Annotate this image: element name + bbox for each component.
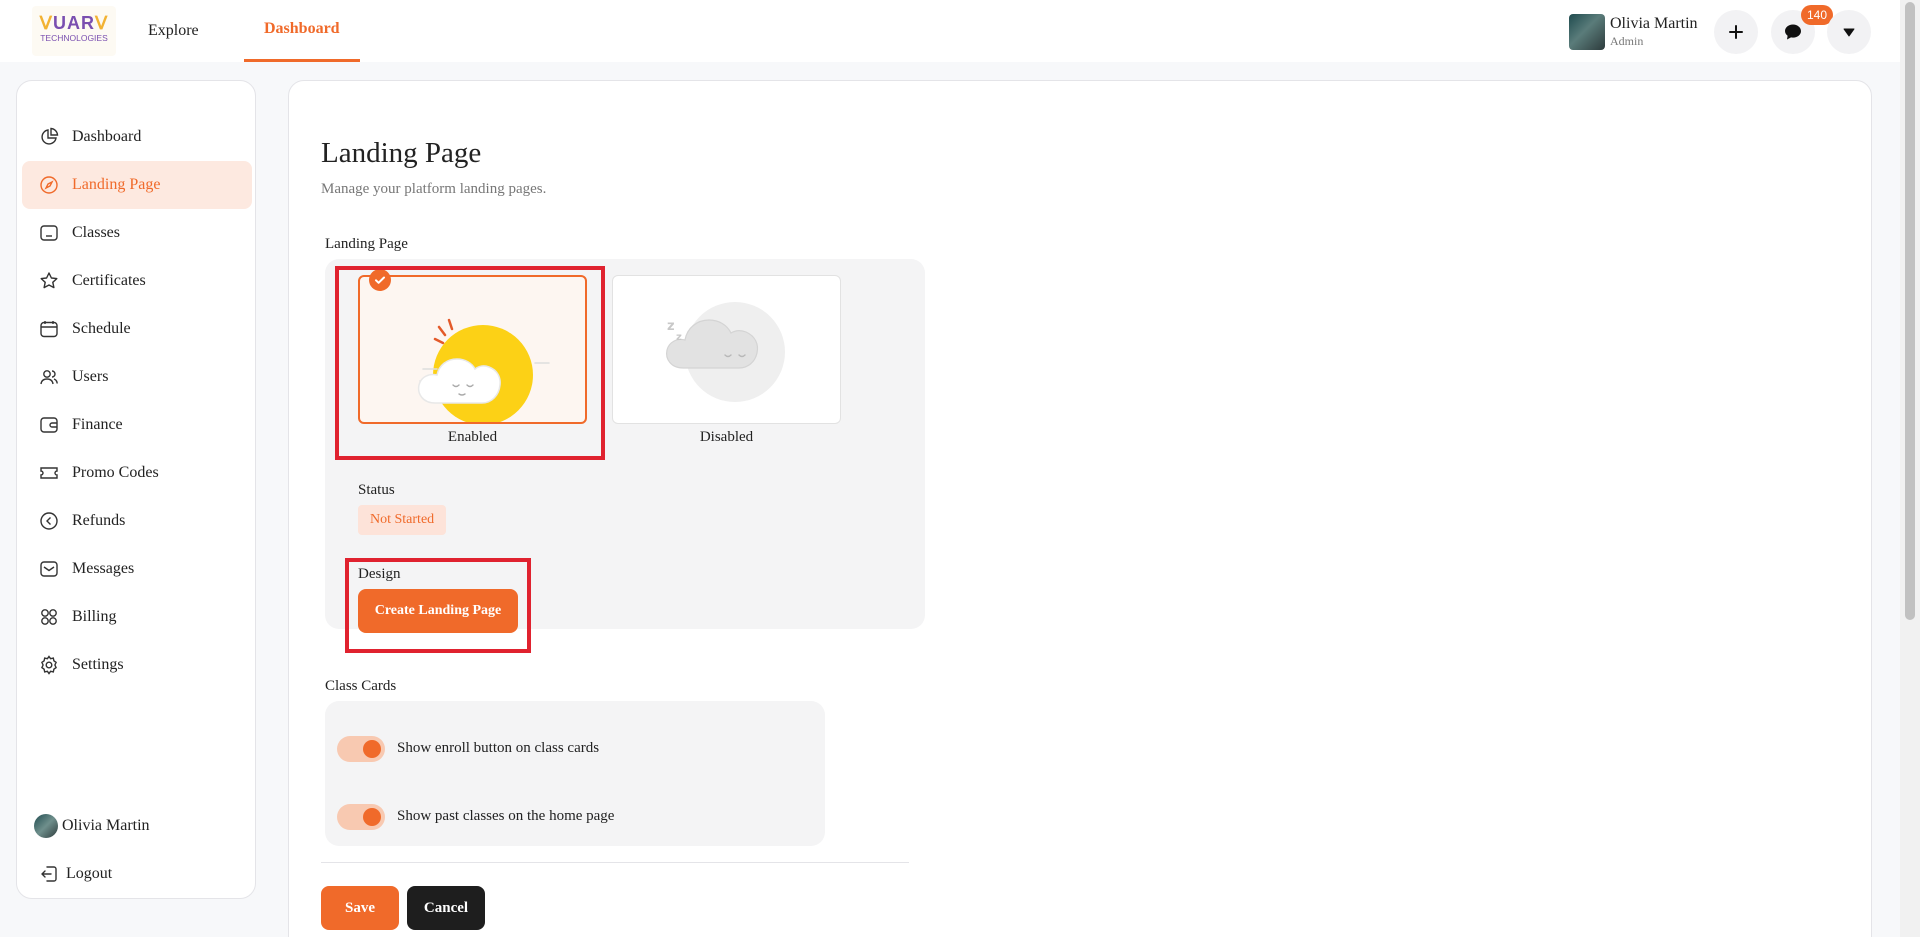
top-bar: ᐯUARᐯ TECHNOLOGIES Explore Dashboard Oli… [0,0,1900,62]
chevron-left-circle-icon [38,510,60,532]
sidebar-item-finance[interactable]: Finance [22,401,252,449]
sidebar-item-label: Classes [72,224,120,241]
user-menu[interactable]: Olivia Martin Admin [1569,14,1698,50]
sidebar-item-label: Refunds [72,512,126,529]
logout-label: Logout [66,865,113,882]
sidebar-item-label: Dashboard [72,128,142,145]
users-icon [38,366,60,388]
caret-down-icon [1843,28,1855,37]
pie-chart-icon [38,126,60,148]
user-role: Admin [1610,34,1644,48]
sidebar-item-label: Certificates [72,272,146,289]
class-cards-label: Class Cards [325,678,397,694]
sidebar-item-billing[interactable]: Billing [22,593,252,641]
logout-icon [38,863,60,885]
user-name: Olivia Martin [1610,15,1698,32]
sidebar: Dashboard Landing Page Classes Certifica… [16,80,256,899]
page-title: Landing Page [321,137,482,169]
sidebar-item-schedule[interactable]: Schedule [22,305,252,353]
star-icon [38,270,60,292]
sidebar-item-label: Messages [72,560,135,577]
save-button[interactable]: Save [321,886,399,930]
add-button[interactable] [1714,10,1758,54]
check-icon [369,269,391,291]
gear-icon [38,654,60,676]
scrollbar-thumb[interactable] [1905,2,1915,620]
status-label: Status [358,482,395,498]
svg-text:z: z [676,332,682,343]
toggle-past-classes[interactable] [337,804,385,830]
account-dropdown-button[interactable] [1827,10,1871,54]
logo-subtext: TECHNOLOGIES [40,33,108,43]
chat-bubble-icon [1785,24,1801,40]
option-disabled-label[interactable]: Disabled [612,429,841,446]
design-label: Design [358,566,401,582]
sidebar-user-name: Olivia Martin [62,817,150,834]
page-subtitle: Manage your platform landing pages. [321,181,547,197]
sidebar-item-certificates[interactable]: Certificates [22,257,252,305]
sidebar-item-label: Users [72,368,109,385]
sidebar-item-settings[interactable]: Settings [22,641,252,689]
create-landing-page-button[interactable]: Create Landing Page [358,589,518,633]
sidebar-item-refunds[interactable]: Refunds [22,497,252,545]
option-disabled-card[interactable]: z z [612,275,841,424]
folder-icon [38,222,60,244]
page-scrollbar[interactable] [1900,0,1920,937]
sidebar-item-label: Schedule [72,320,131,337]
sidebar-item-users[interactable]: Users [22,353,252,401]
sidebar-item-label: Finance [72,416,123,433]
sidebar-item-label: Settings [72,656,124,673]
sidebar-item-classes[interactable]: Classes [22,209,252,257]
mail-icon [38,558,60,580]
wallet-icon [38,414,60,436]
option-enabled-card[interactable] [358,275,587,424]
cancel-button[interactable]: Cancel [407,886,485,930]
sidebar-item-messages[interactable]: Messages [22,545,252,593]
logout-button[interactable]: Logout [22,850,252,898]
status-badge: Not Started [358,505,447,535]
sleeping-cloud-illustration: z z [666,302,785,402]
main-content: Landing Page Manage your platform landin… [288,80,1872,937]
sidebar-item-dashboard[interactable]: Dashboard [22,113,252,161]
avatar [34,814,58,838]
toggle-enroll-button[interactable] [337,736,385,762]
toggle-past-classes-label: Show past classes on the home page [397,808,615,824]
grid-icon [38,606,60,628]
toggle-enroll-button-label: Show enroll button on class cards [397,740,600,756]
plus-icon [1729,25,1743,39]
logo[interactable]: ᐯUARᐯ TECHNOLOGIES [32,6,116,56]
sidebar-item-label: Billing [72,608,117,625]
sidebar-item-label: Promo Codes [72,464,159,481]
sun-cloud-illustration [417,318,550,422]
landing-section-label: Landing Page [325,236,408,252]
option-enabled-label[interactable]: Enabled [358,429,587,446]
calendar-icon [38,318,60,340]
ticket-icon [38,462,60,484]
sidebar-item-label: Landing Page [72,176,161,193]
compass-icon [38,174,60,196]
avatar [1569,14,1605,50]
sidebar-user[interactable]: Olivia Martin [22,802,252,850]
sidebar-item-landing-page[interactable]: Landing Page [22,161,252,209]
nav-dashboard[interactable]: Dashboard [244,0,360,62]
logo-text: UAR [53,13,95,33]
nav-explore[interactable]: Explore [148,22,199,40]
divider [321,862,909,863]
svg-text:z: z [667,319,675,334]
sidebar-item-promo-codes[interactable]: Promo Codes [22,449,252,497]
